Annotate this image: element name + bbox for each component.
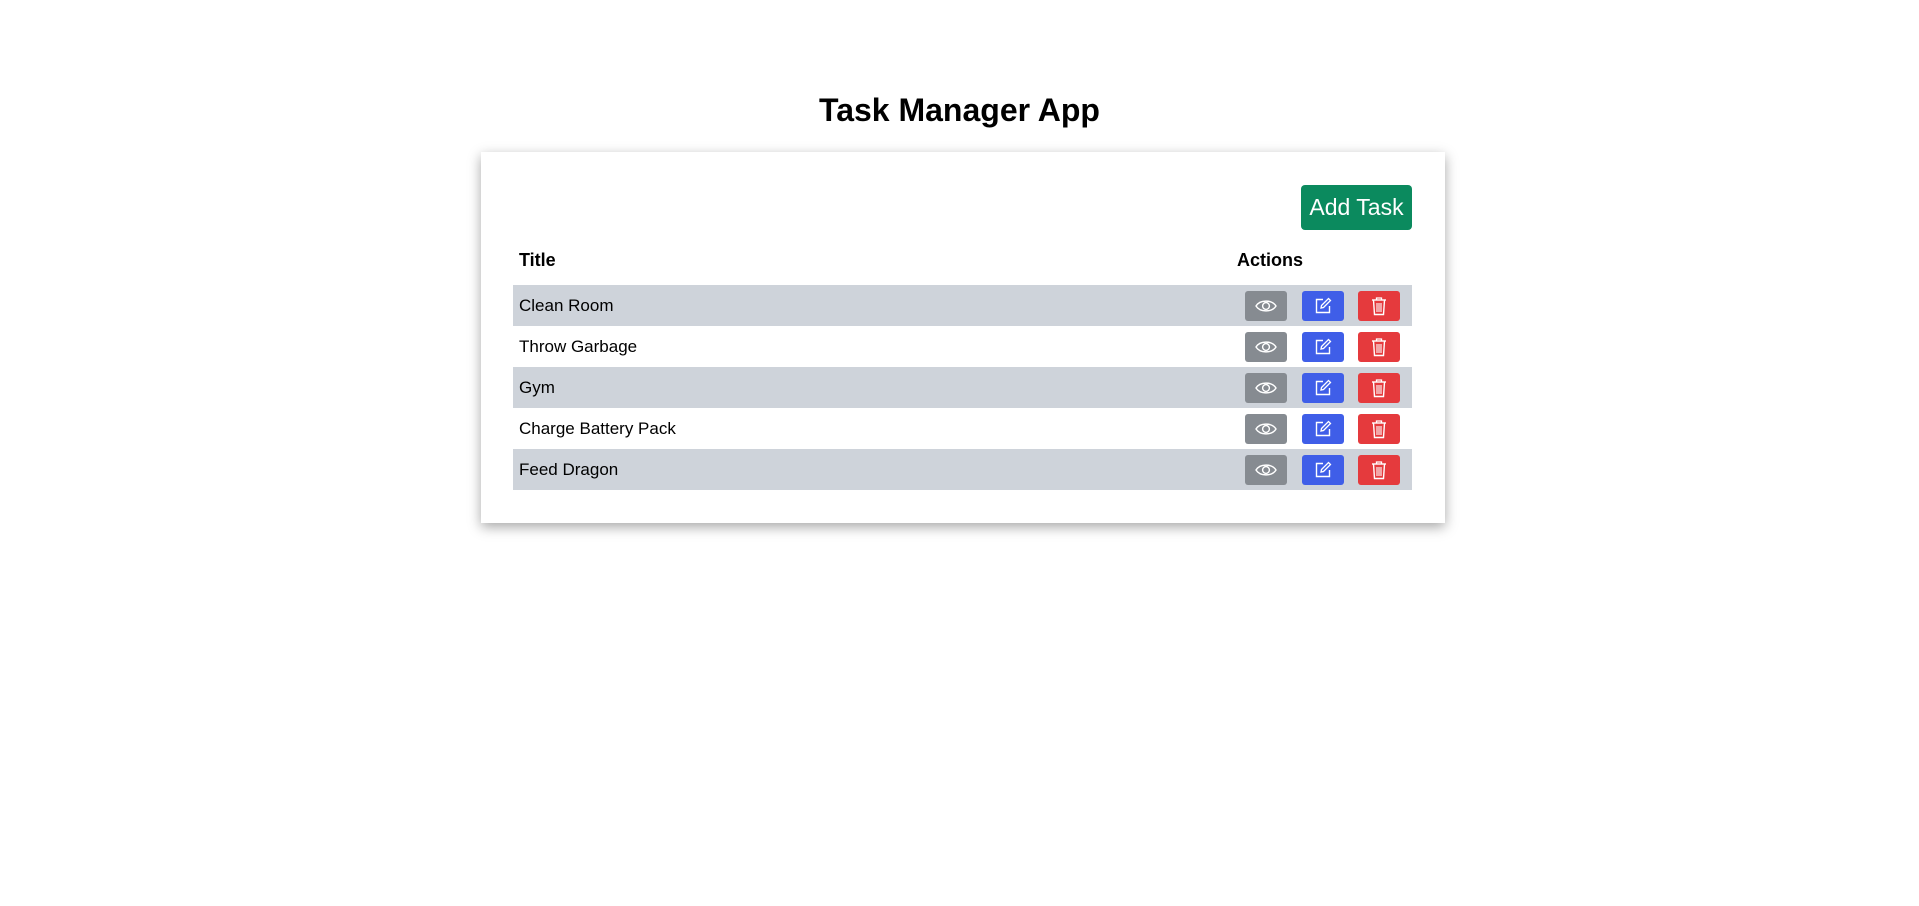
view-button[interactable]: [1245, 455, 1287, 485]
edit-button[interactable]: [1302, 455, 1344, 485]
view-button[interactable]: [1245, 373, 1287, 403]
delete-button[interactable]: [1358, 414, 1400, 444]
eye-icon: [1255, 464, 1277, 476]
table-row: Charge Battery Pack: [513, 408, 1412, 449]
trash-icon: [1372, 461, 1386, 480]
table-row: Feed Dragon: [513, 449, 1412, 490]
table-row: Gym: [513, 367, 1412, 408]
task-title: Throw Garbage: [519, 337, 638, 356]
edit-button[interactable]: [1302, 291, 1344, 321]
edit-button[interactable]: [1302, 332, 1344, 362]
task-title: Feed Dragon: [519, 460, 619, 479]
edit-icon: [1315, 379, 1332, 396]
view-button[interactable]: [1245, 332, 1287, 362]
table-row: Clean Room: [513, 285, 1412, 326]
trash-icon: [1372, 297, 1386, 316]
delete-button[interactable]: [1358, 291, 1400, 321]
table-row: Throw Garbage: [513, 326, 1412, 367]
edit-icon: [1315, 461, 1332, 478]
edit-icon: [1315, 338, 1332, 355]
delete-button[interactable]: [1358, 373, 1400, 403]
column-header-title: Title: [519, 250, 556, 270]
view-button[interactable]: [1245, 291, 1287, 321]
delete-button[interactable]: [1358, 332, 1400, 362]
page-title: Task Manager App: [819, 92, 1100, 128]
edit-button[interactable]: [1302, 373, 1344, 403]
trash-icon: [1372, 338, 1386, 357]
edit-button[interactable]: [1302, 414, 1344, 444]
edit-icon: [1315, 297, 1332, 314]
eye-icon: [1255, 382, 1277, 394]
table-header: Title Actions: [513, 248, 1412, 273]
task-list: Clean Room Throw Garbage Gym Charge Batt…: [513, 285, 1412, 490]
trash-icon: [1372, 379, 1386, 398]
eye-icon: [1255, 423, 1277, 435]
view-button[interactable]: [1245, 414, 1287, 444]
task-title: Clean Room: [519, 296, 614, 315]
trash-icon: [1372, 420, 1386, 439]
eye-icon: [1255, 341, 1277, 353]
add-task-button[interactable]: Add Task: [1301, 185, 1412, 230]
task-title: Charge Battery Pack: [519, 419, 676, 438]
column-header-actions: Actions: [1237, 250, 1304, 270]
eye-icon: [1255, 300, 1277, 312]
task-title: Gym: [519, 378, 555, 397]
delete-button[interactable]: [1358, 455, 1400, 485]
edit-icon: [1315, 420, 1332, 437]
